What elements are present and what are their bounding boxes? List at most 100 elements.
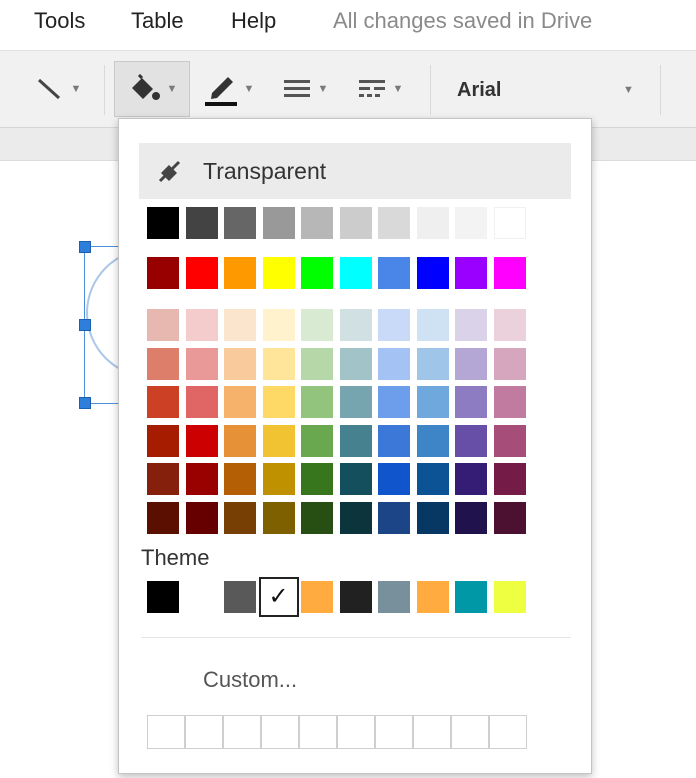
resize-handle[interactable] <box>79 319 91 331</box>
color-swatch-shade[interactable] <box>378 463 410 495</box>
color-swatch-gray[interactable] <box>455 207 487 239</box>
theme-swatch[interactable] <box>224 581 256 613</box>
color-swatch-bright[interactable] <box>493 257 526 289</box>
menu-help[interactable]: Help <box>231 8 276 34</box>
color-swatch-shade[interactable] <box>262 463 295 495</box>
color-swatch-shade[interactable] <box>455 463 487 495</box>
color-swatch-shade[interactable] <box>224 347 256 380</box>
color-swatch-bright[interactable] <box>416 257 449 289</box>
theme-swatch[interactable] <box>339 581 372 613</box>
color-swatch-shade[interactable] <box>455 501 487 534</box>
color-swatch-shade[interactable] <box>185 463 218 495</box>
color-swatch-shade[interactable] <box>224 386 256 418</box>
color-swatch-bright[interactable] <box>147 257 179 289</box>
border-color-button[interactable]: ▼ <box>194 61 264 117</box>
color-swatch-shade[interactable] <box>185 501 218 534</box>
color-swatch-bright[interactable] <box>262 257 295 289</box>
color-swatch-shade[interactable] <box>455 386 487 418</box>
color-swatch-shade[interactable] <box>185 347 218 380</box>
color-swatch-shade[interactable] <box>301 463 333 495</box>
border-weight-button[interactable]: ▼ <box>272 61 338 117</box>
theme-swatch[interactable] <box>185 581 218 613</box>
color-swatch-shade[interactable] <box>224 309 256 341</box>
color-swatch-shade[interactable] <box>301 501 333 534</box>
menu-tools[interactable]: Tools <box>34 8 85 34</box>
color-swatch-shade[interactable] <box>416 501 449 534</box>
color-swatch-shade[interactable] <box>493 347 526 380</box>
theme-swatch[interactable] <box>378 581 410 613</box>
color-swatch-gray[interactable] <box>493 207 526 239</box>
color-swatch-shade[interactable] <box>339 309 372 341</box>
color-swatch-shade[interactable] <box>493 424 526 457</box>
color-swatch-shade[interactable] <box>185 309 218 341</box>
color-swatch-gray[interactable] <box>416 207 449 239</box>
custom-color-slot[interactable] <box>299 715 337 749</box>
color-swatch-shade[interactable] <box>378 309 410 341</box>
color-swatch-gray[interactable] <box>147 207 179 239</box>
color-swatch-shade[interactable] <box>147 309 179 341</box>
custom-color-slot[interactable] <box>375 715 413 749</box>
theme-swatch-selected[interactable]: ✓ <box>258 577 299 617</box>
menu-table[interactable]: Table <box>131 8 184 34</box>
color-swatch-shade[interactable] <box>301 309 333 341</box>
resize-handle[interactable] <box>79 397 91 409</box>
color-swatch-shade[interactable] <box>301 386 333 418</box>
theme-swatch[interactable] <box>416 581 449 613</box>
resize-handle[interactable] <box>79 241 91 253</box>
color-swatch-shade[interactable] <box>416 424 449 457</box>
color-swatch-shade[interactable] <box>147 347 179 380</box>
color-swatch-shade[interactable] <box>185 424 218 457</box>
color-swatch-gray[interactable] <box>339 207 372 239</box>
color-swatch-shade[interactable] <box>493 386 526 418</box>
color-swatch-bright[interactable] <box>224 257 256 289</box>
color-swatch-shade[interactable] <box>416 309 449 341</box>
color-swatch-shade[interactable] <box>262 386 295 418</box>
color-swatch-shade[interactable] <box>339 386 372 418</box>
color-swatch-bright[interactable] <box>185 257 218 289</box>
color-swatch-shade[interactable] <box>147 386 179 418</box>
custom-color-slot[interactable] <box>451 715 489 749</box>
color-swatch-shade[interactable] <box>147 501 179 534</box>
custom-color-slot[interactable] <box>185 715 223 749</box>
color-swatch-shade[interactable] <box>147 463 179 495</box>
color-swatch-shade[interactable] <box>262 309 295 341</box>
custom-color-slot[interactable] <box>337 715 375 749</box>
custom-color-slot[interactable] <box>489 715 527 749</box>
color-swatch-shade[interactable] <box>455 309 487 341</box>
color-swatch-shade[interactable] <box>455 424 487 457</box>
color-swatch-shade[interactable] <box>301 424 333 457</box>
color-swatch-shade[interactable] <box>455 347 487 380</box>
theme-swatch[interactable] <box>301 581 333 613</box>
color-swatch-shade[interactable] <box>262 347 295 380</box>
color-swatch-shade[interactable] <box>224 463 256 495</box>
color-swatch-shade[interactable] <box>224 501 256 534</box>
color-swatch-gray[interactable] <box>301 207 333 239</box>
custom-color-button[interactable]: Custom... <box>203 667 297 693</box>
color-swatch-shade[interactable] <box>301 347 333 380</box>
color-swatch-bright[interactable] <box>455 257 487 289</box>
custom-color-slot[interactable] <box>261 715 299 749</box>
color-swatch-shade[interactable] <box>339 424 372 457</box>
theme-swatch[interactable] <box>147 581 179 613</box>
color-swatch-shade[interactable] <box>262 501 295 534</box>
color-swatch-shade[interactable] <box>339 347 372 380</box>
font-family-select[interactable]: Arial ▼ <box>437 63 652 117</box>
color-swatch-shade[interactable] <box>493 501 526 534</box>
color-swatch-bright[interactable] <box>339 257 372 289</box>
color-swatch-shade[interactable] <box>262 424 295 457</box>
color-swatch-shade[interactable] <box>416 347 449 380</box>
color-swatch-bright[interactable] <box>378 257 410 289</box>
color-swatch-gray[interactable] <box>262 207 295 239</box>
color-swatch-bright[interactable] <box>301 257 333 289</box>
border-dash-button[interactable]: ▼ <box>345 61 415 117</box>
custom-color-slot[interactable] <box>147 715 185 749</box>
color-swatch-shade[interactable] <box>339 463 372 495</box>
color-swatch-shade[interactable] <box>147 424 179 457</box>
color-swatch-shade[interactable] <box>493 309 526 341</box>
color-swatch-shade[interactable] <box>416 386 449 418</box>
custom-color-slot[interactable] <box>223 715 261 749</box>
color-swatch-gray[interactable] <box>185 207 218 239</box>
color-swatch-shade[interactable] <box>339 501 372 534</box>
color-swatch-shade[interactable] <box>378 424 410 457</box>
color-swatch-gray[interactable] <box>224 207 256 239</box>
